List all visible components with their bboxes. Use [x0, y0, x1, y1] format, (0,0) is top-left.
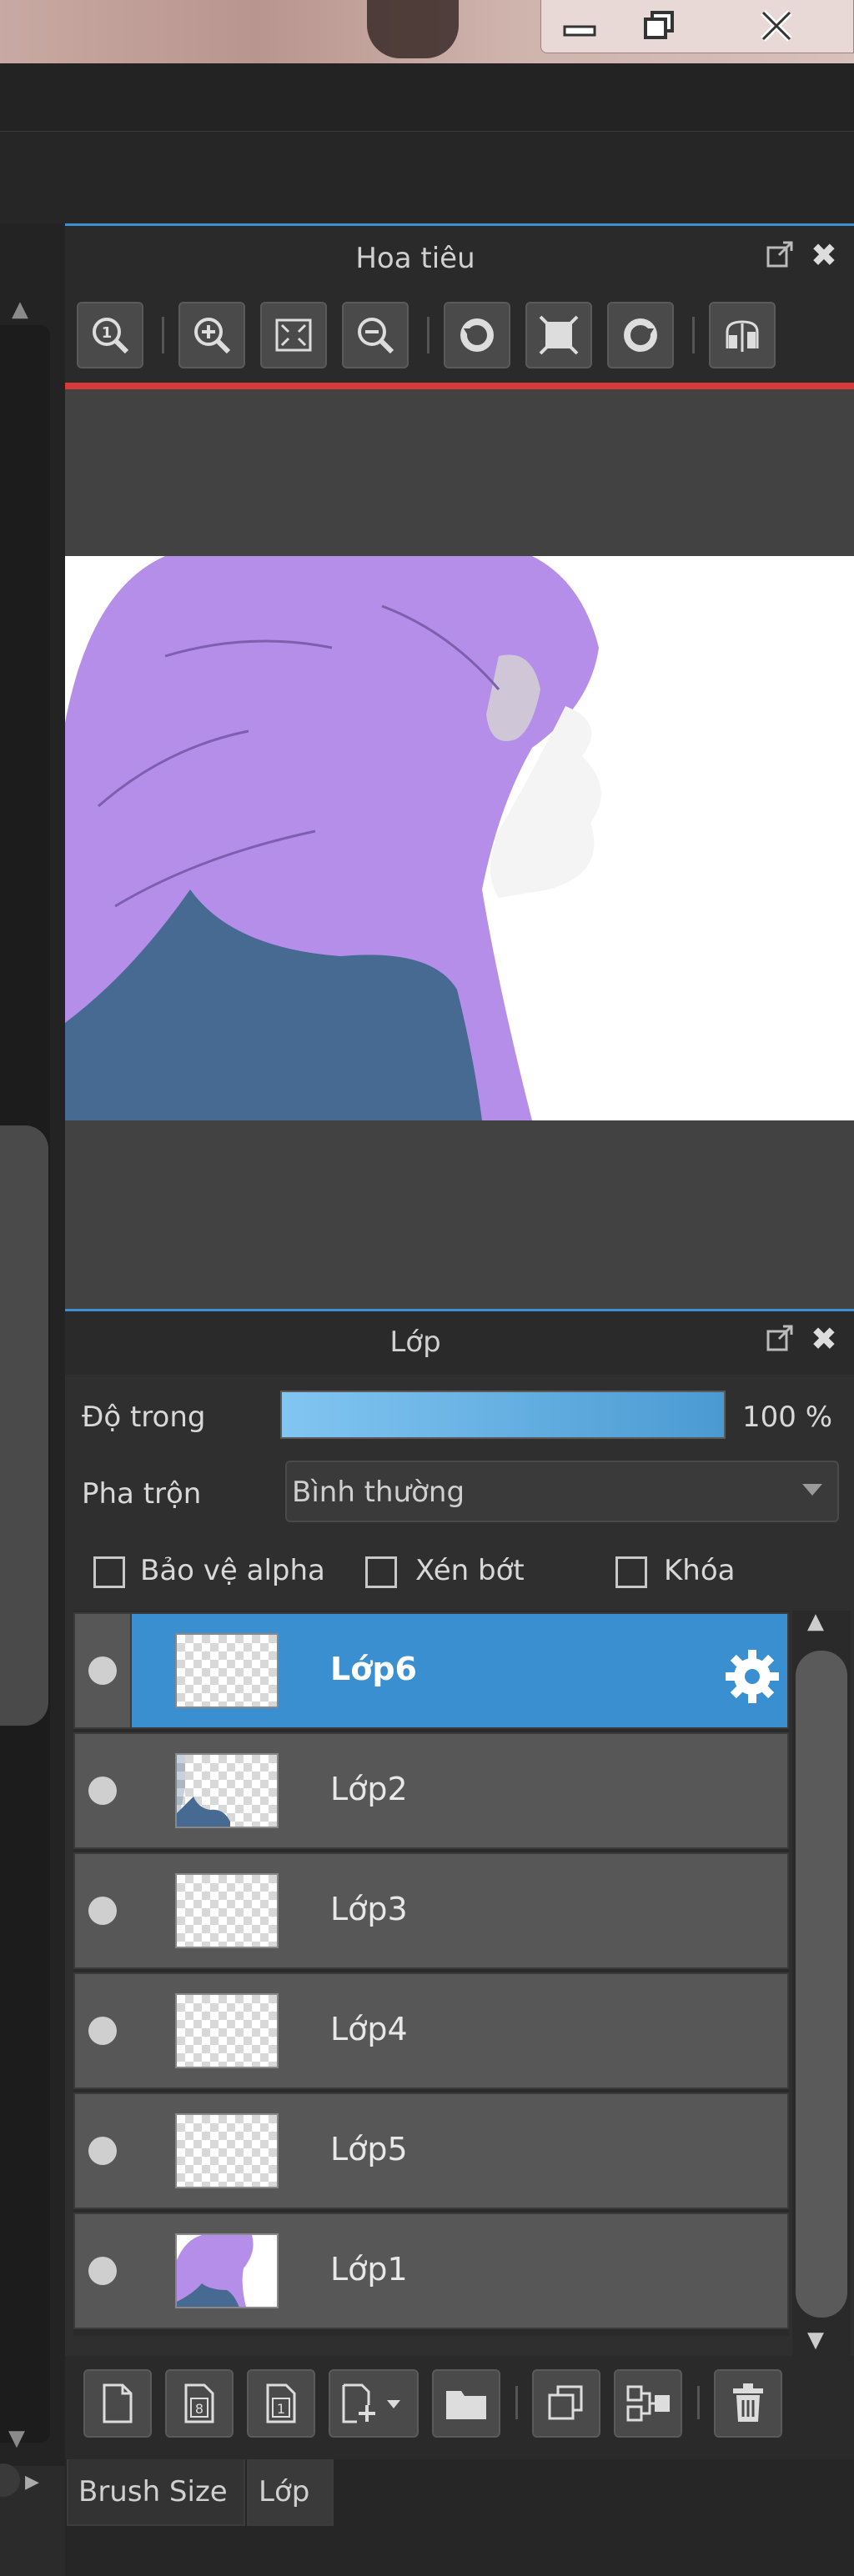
fit-screen-button[interactable]	[260, 302, 327, 368]
top-toolbar	[0, 132, 854, 223]
opacity-value: 100 %	[742, 1401, 833, 1434]
minimize-button[interactable]	[540, 0, 619, 52]
svg-text:1: 1	[277, 2401, 285, 2417]
zoom-in-button[interactable]	[178, 302, 245, 368]
lock-label: Khóa	[664, 1554, 736, 1587]
zoom-actual-button[interactable]: 1	[77, 302, 143, 368]
visibility-icon[interactable]	[88, 2137, 117, 2165]
new-8bit-layer-button[interactable]: 8	[165, 2369, 234, 2438]
navigator-title: Hoa tiêu	[355, 242, 475, 275]
new-1bit-layer-icon: 1	[266, 2383, 296, 2423]
blend-mode-value: Bình thường	[292, 1476, 465, 1509]
clipping-checkbox[interactable]	[365, 1556, 397, 1588]
zoom-out-button[interactable]	[342, 302, 409, 368]
new-1bit-layer-button[interactable]: 1	[247, 2369, 315, 2438]
blend-mode-label: Pha trộn	[82, 1477, 202, 1511]
fit-rotate-button[interactable]	[525, 302, 592, 368]
tab-layer[interactable]: Lớp	[247, 2459, 334, 2526]
layer-thumbnail	[175, 2113, 279, 2188]
rotate-right-icon	[624, 318, 657, 352]
protect-alpha-checkbox[interactable]	[93, 1556, 125, 1588]
new-layer-button[interactable]	[83, 2369, 152, 2438]
tab-brush-size[interactable]: Brush Size	[67, 2459, 245, 2526]
layer-thumbnail	[175, 1633, 279, 1708]
layer-name: Lớp4	[330, 2011, 408, 2047]
close-panel-icon[interactable]: ✖	[811, 237, 837, 273]
close-icon	[761, 10, 792, 42]
opacity-slider[interactable]	[280, 1391, 726, 1439]
layer-name: Lớp5	[330, 2131, 408, 2168]
close-window-button[interactable]	[699, 0, 854, 52]
visibility-icon[interactable]	[88, 1656, 117, 1685]
toolbar-separator	[692, 317, 695, 353]
layer-thumbnail	[175, 1753, 279, 1828]
scroll-up-icon[interactable]: ▲	[807, 1609, 824, 1634]
svg-text:1: 1	[102, 324, 113, 342]
rotate-left-icon	[460, 318, 494, 352]
new-8bit-layer-icon: 8	[184, 2383, 214, 2423]
layer-name: Lớp1	[330, 2251, 408, 2288]
popout-icon[interactable]	[766, 1324, 794, 1360]
merge-down-icon	[626, 2385, 670, 2422]
menu-bar	[0, 63, 854, 132]
fit-screen-icon	[275, 318, 312, 352]
duplicate-layer-icon	[548, 2385, 583, 2420]
new-folder-button[interactable]	[432, 2369, 500, 2438]
zoom-out-icon	[358, 318, 394, 354]
restore-icon	[644, 11, 674, 39]
titlebar-background	[367, 0, 459, 58]
layer-list-scroll-thumb[interactable]	[796, 1651, 847, 2318]
minimize-icon	[563, 25, 596, 37]
visibility-icon[interactable]	[88, 1777, 117, 1805]
scroll-down-icon[interactable]: ▼	[807, 2328, 824, 2353]
layer-name: Lớp6	[330, 1651, 417, 1687]
opacity-label: Độ trong	[82, 1401, 206, 1434]
visibility-icon[interactable]	[88, 2257, 117, 2285]
add-layer-menu-button[interactable]	[329, 2369, 419, 2438]
left-scrollbar-thumb[interactable]	[0, 1125, 48, 1726]
layer-thumbnail	[175, 1873, 279, 1948]
scroll-down-icon[interactable]: ▼	[8, 2426, 25, 2451]
rotate-right-button[interactable]	[607, 302, 674, 368]
toolbar-separator	[697, 2386, 700, 2419]
layer-panel-title: Lớp	[389, 1326, 441, 1359]
toolbar-separator	[162, 317, 164, 353]
expand-right-icon[interactable]: ▶	[25, 2472, 39, 2493]
viewport-indicator	[65, 383, 854, 389]
toolbar-separator	[515, 2386, 518, 2419]
visibility-icon[interactable]	[88, 1897, 117, 1925]
duplicate-layer-button[interactable]	[532, 2369, 600, 2438]
lock-checkbox[interactable]	[615, 1556, 647, 1588]
layer-name: Lớp2	[330, 1771, 408, 1807]
layer-name: Lớp3	[330, 1891, 408, 1927]
clipping-label: Xén bớt	[415, 1554, 525, 1587]
add-layer-menu-icon	[342, 2383, 400, 2423]
layer-thumbnail	[175, 2233, 279, 2308]
zoom-in-icon	[194, 318, 231, 354]
layer-settings-icon[interactable]	[722, 1646, 782, 1710]
popout-icon[interactable]	[766, 240, 794, 276]
flip-button[interactable]	[709, 302, 776, 368]
merge-down-button[interactable]	[614, 2369, 682, 2438]
bottom-left-handle[interactable]	[0, 2463, 20, 2497]
delete-layer-icon	[733, 2383, 763, 2422]
fit-rotate-icon	[539, 315, 579, 355]
toolbar-separator	[427, 317, 430, 353]
dropdown-arrow-icon[interactable]	[802, 1484, 822, 1496]
visibility-icon[interactable]	[88, 2017, 117, 2045]
new-folder-icon	[446, 2391, 486, 2419]
zoom-actual-icon: 1	[93, 318, 129, 354]
delete-layer-button[interactable]	[714, 2369, 782, 2438]
scroll-up-icon[interactable]: ▲	[12, 297, 28, 322]
svg-text:8: 8	[195, 2401, 203, 2417]
restore-button[interactable]	[619, 0, 699, 52]
new-layer-icon	[103, 2383, 133, 2423]
flip-icon	[726, 320, 759, 352]
layer-thumbnail	[175, 1993, 279, 2068]
canvas-preview-image[interactable]	[65, 556, 854, 1120]
rotate-left-button[interactable]	[444, 302, 510, 368]
protect-alpha-label: Bảo vệ alpha	[140, 1554, 325, 1587]
close-panel-icon[interactable]: ✖	[811, 1321, 837, 1357]
